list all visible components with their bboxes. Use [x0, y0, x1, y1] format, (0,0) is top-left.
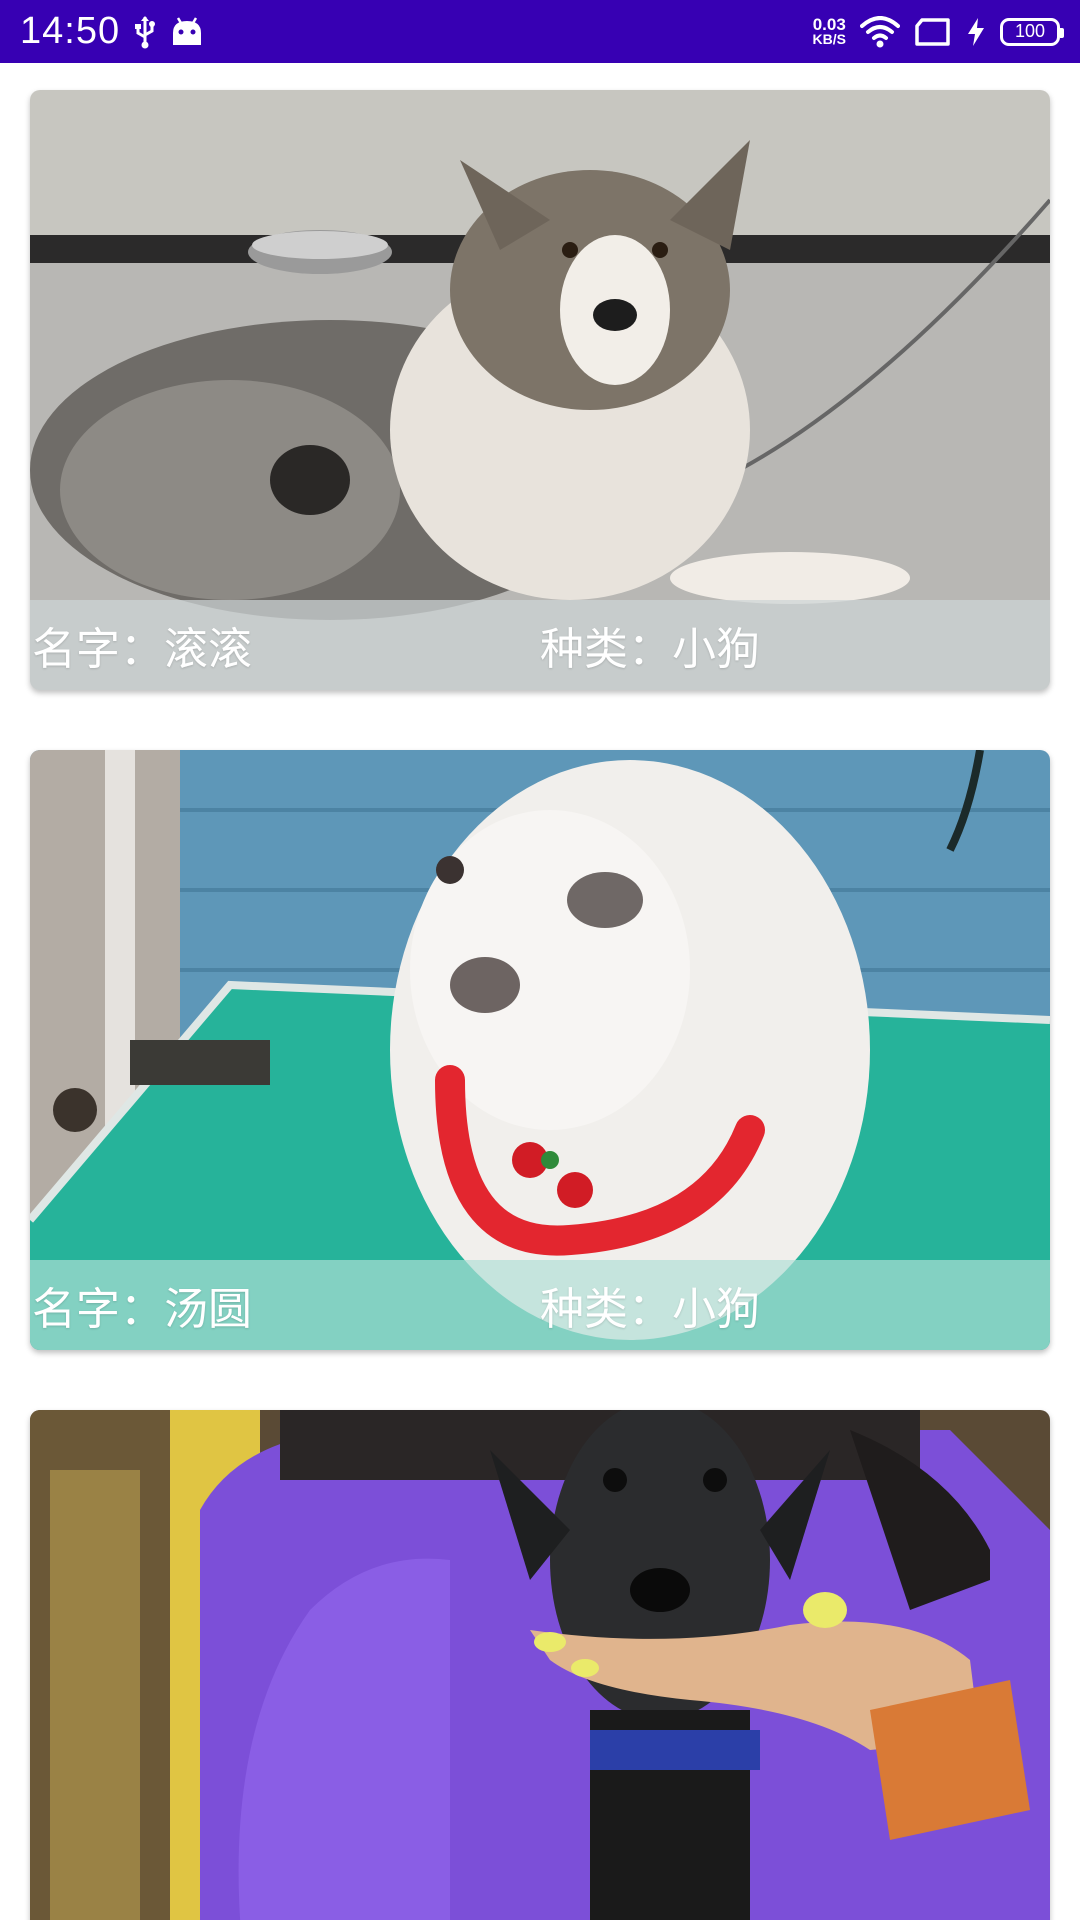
status-bar: 14:50 0.03 KB/S 100: [0, 0, 1080, 63]
charging-bolt-icon: [966, 17, 986, 47]
network-speed-unit: KB/S: [812, 30, 846, 47]
usb-icon: [134, 15, 156, 49]
status-time: 14:50: [20, 10, 121, 52]
android-debug-icon: [170, 16, 204, 47]
pet-name: 名字：汤圆: [32, 1284, 252, 1335]
sim-card-icon: [914, 17, 952, 47]
pet-list[interactable]: 名字：滚滚 种类：小狗 名字：汤圆 种类：小狗: [0, 63, 1080, 1920]
pet-kind: 种类：小狗: [540, 1284, 760, 1335]
battery-indicator: 100: [1000, 17, 1064, 46]
pet-card[interactable]: 名字：汤圆 种类：小狗: [30, 750, 1050, 1350]
network-speed: 0.03 KB/S: [812, 14, 846, 47]
pet-name: 名字：滚滚: [32, 624, 252, 675]
pet-caption: 名字：汤圆 种类：小狗: [30, 1260, 1050, 1350]
pet-caption: 名字：滚滚 种类：小狗: [30, 600, 1050, 690]
black-puppy-held-photo: [30, 1410, 1050, 1920]
pet-card[interactable]: 名字：滚滚 种类：小狗: [30, 90, 1050, 690]
wifi-icon: [860, 15, 900, 48]
pet-card[interactable]: [30, 1410, 1050, 1920]
network-speed-value: 0.03: [812, 14, 846, 34]
pet-kind: 种类：小狗: [540, 624, 760, 675]
battery-level: 100: [1014, 21, 1046, 41]
